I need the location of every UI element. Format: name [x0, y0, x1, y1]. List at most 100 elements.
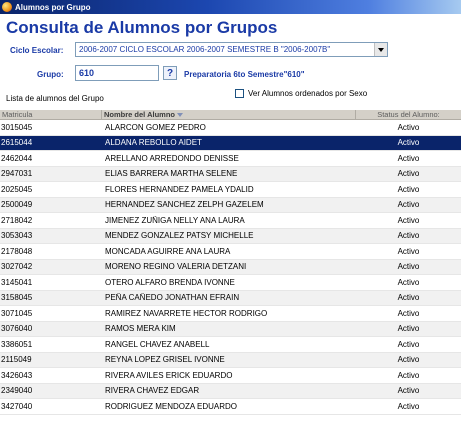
matricula-cell: 2947031 — [1, 169, 33, 179]
nombre-cell: HERNANDEZ SANCHEZ ZELPH GAZELEM — [105, 200, 264, 210]
sort-by-sex-checkbox[interactable]: Ver Alumnos ordenados por Sexo — [235, 89, 367, 98]
matricula-cell: 3158045 — [1, 293, 33, 303]
table-row[interactable]: 3076040 RAMOS MERA KIM Activo — [0, 321, 461, 337]
table-row[interactable]: 3427040 RODRIGUEZ MENDOZA EDUARDO Activo — [0, 399, 461, 415]
status-cell: Activo — [397, 231, 420, 241]
table-row[interactable]: 3426043 RIVERA AVILES ERICK EDUARDO Activo — [0, 368, 461, 384]
table-row[interactable]: 2947031 ELIAS BARRERA MARTHA SELENE Activo — [0, 166, 461, 182]
matricula-cell: 2025045 — [1, 184, 33, 194]
table-row[interactable]: 2349040 RIVERA CHAVEZ EDGAR Activo — [0, 383, 461, 399]
table-row[interactable]: 3071045 RAMIREZ NAVARRETE HECTOR RODRIGO A… — [0, 306, 461, 322]
status-cell: Activo — [397, 277, 420, 287]
status-cell: Activo — [397, 138, 420, 148]
table-row[interactable]: 3158045 PEÑA CAÑEDO JONATHAN EFRAIN Activo — [0, 290, 461, 306]
table-row[interactable]: 3053043 MENDEZ GONZALEZ PATSY MICHELLE Act… — [0, 228, 461, 244]
ciclo-select[interactable]: 2006-2007 CICLO ESCOLAR 2006-2007 SEMEST… — [75, 42, 388, 57]
matricula-cell: 3071045 — [1, 308, 33, 318]
nombre-cell: REYNA LOPEZ GRISEL IVONNE — [105, 355, 225, 365]
ciclo-label: Ciclo Escolar: — [10, 46, 64, 55]
table-row[interactable]: 3145041 OTERO ALFARO BRENDA IVONNE Activo — [0, 275, 461, 291]
status-cell: Activo — [397, 122, 420, 132]
table-row[interactable]: 2615044 ALDANA REBOLLO AIDET Activo — [0, 135, 461, 151]
grupo-description: Preparatoria 6to Semestre"610" — [184, 70, 305, 79]
matricula-cell: 3027042 — [1, 262, 33, 272]
nombre-cell: MONCADA AGUIRRE ANA LAURA — [105, 246, 231, 256]
ciclo-select-value: 2006-2007 CICLO ESCOLAR 2006-2007 SEMEST… — [79, 45, 331, 54]
title-bar: Alumnos por Grupo — [0, 0, 461, 14]
nombre-cell: JIMENEZ ZUÑIGA NELLY ANA LAURA — [105, 215, 245, 225]
table-row[interactable]: 2462044 ARELLANO ARREDONDO DENISSE Activo — [0, 151, 461, 167]
table-row[interactable]: 2718042 JIMENEZ ZUÑIGA NELLY ANA LAURA Act… — [0, 213, 461, 229]
table-row[interactable]: 2115049 REYNA LOPEZ GRISEL IVONNE Activo — [0, 352, 461, 368]
matricula-cell: 2615044 — [1, 138, 33, 148]
status-cell: Activo — [397, 308, 420, 318]
status-cell: Activo — [397, 293, 420, 303]
status-cell: Activo — [397, 200, 420, 210]
status-cell: Activo — [397, 370, 420, 380]
nombre-cell: ARELLANO ARREDONDO DENISSE — [105, 153, 239, 163]
status-cell: Activo — [397, 324, 420, 334]
nombre-cell: MORENO REGINO VALERIA DETZANI — [105, 262, 247, 272]
status-cell: Activo — [397, 215, 420, 225]
nombre-cell: PEÑA CAÑEDO JONATHAN EFRAIN — [105, 293, 240, 303]
table-row[interactable]: 2500049 HERNANDEZ SANCHEZ ZELPH GAZELEM Ac… — [0, 197, 461, 213]
table-row[interactable]: 2178048 MONCADA AGUIRRE ANA LAURA Activo — [0, 244, 461, 260]
table-row[interactable]: 3015045 ALARCON GOMEZ PEDRO Activo — [0, 120, 461, 136]
table-row[interactable]: 3386051 RANGEL CHAVEZ ANABELL Activo — [0, 337, 461, 353]
grupo-input[interactable]: 610 — [75, 65, 159, 81]
app-icon — [2, 2, 12, 12]
nombre-cell: OTERO ALFARO BRENDA IVONNE — [105, 277, 235, 287]
dropdown-button[interactable] — [374, 43, 387, 56]
nombre-cell: ELIAS BARRERA MARTHA SELENE — [105, 169, 238, 179]
nombre-cell: RIVERA CHAVEZ EDGAR — [105, 386, 200, 396]
list-caption: Lista de alumnos del Grupo — [6, 94, 104, 103]
matricula-cell: 2718042 — [1, 215, 33, 225]
table-body: 3015045 ALARCON GOMEZ PEDRO Activo 2615044 A… — [0, 120, 461, 415]
nombre-cell: FLORES HERNANDEZ PAMELA YDALID — [105, 184, 254, 194]
filter-panel: Consulta de Alumnos por Grupos Ciclo Esc… — [0, 14, 461, 119]
table-row[interactable]: 2025045 FLORES HERNANDEZ PAMELA YDALID Act… — [0, 182, 461, 198]
status-cell: Activo — [397, 184, 420, 194]
status-cell: Activo — [397, 246, 420, 256]
matricula-cell: 3015045 — [1, 122, 33, 132]
nombre-cell: ALARCON GOMEZ PEDRO — [105, 122, 206, 132]
matricula-cell: 2349040 — [1, 386, 33, 396]
nombre-cell: MENDEZ GONZALEZ PATSY MICHELLE — [105, 231, 254, 241]
column-header-nombre[interactable]: Nombre del Alumno — [102, 110, 356, 119]
column-header-nombre-label: Nombre del Alumno — [104, 110, 175, 119]
column-header-matricula[interactable]: Matricula — [0, 110, 102, 119]
matricula-cell: 2115049 — [1, 355, 32, 365]
nombre-cell: ALDANA REBOLLO AIDET — [105, 138, 202, 148]
status-cell: Activo — [397, 386, 420, 396]
page-title: Consulta de Alumnos por Grupos — [6, 18, 278, 37]
matricula-cell: 3145041 — [1, 277, 33, 287]
grupo-label: Grupo: — [37, 70, 64, 79]
status-cell: Activo — [397, 401, 420, 411]
matricula-cell: 3053043 — [1, 231, 33, 241]
status-cell: Activo — [397, 169, 420, 179]
window-title: Alumnos por Grupo — [15, 2, 91, 12]
nombre-cell: RAMOS MERA KIM — [105, 324, 176, 334]
status-cell: Activo — [397, 355, 420, 365]
table-header: Matricula Nombre del Alumno Status del A… — [0, 110, 461, 120]
table-row[interactable]: 3027042 MORENO REGINO VALERIA DETZANI Acti… — [0, 259, 461, 275]
nombre-cell: RAMIREZ NAVARRETE HECTOR RODRIGO — [105, 308, 268, 318]
nombre-cell: RANGEL CHAVEZ ANABELL — [105, 339, 210, 349]
matricula-cell: 2500049 — [1, 200, 33, 210]
status-cell: Activo — [397, 262, 420, 272]
nombre-cell: RIVERA AVILES ERICK EDUARDO — [105, 370, 233, 380]
status-cell: Activo — [397, 339, 420, 349]
matricula-cell: 2178048 — [1, 246, 33, 256]
grupo-help-button[interactable]: ? — [163, 66, 177, 80]
column-header-status[interactable]: Status del Alumno: — [356, 110, 461, 119]
checkbox-box[interactable] — [235, 89, 244, 98]
matricula-cell: 3076040 — [1, 324, 33, 334]
students-table[interactable]: Matricula Nombre del Alumno Status del A… — [0, 110, 461, 427]
sort-arrow-icon — [176, 113, 183, 118]
nombre-cell: RODRIGUEZ MENDOZA EDUARDO — [105, 401, 238, 411]
matricula-cell: 3427040 — [1, 401, 33, 411]
matricula-cell: 2462044 — [1, 153, 33, 163]
checkbox-label: Ver Alumnos ordenados por Sexo — [248, 89, 368, 98]
matricula-cell: 3386051 — [1, 339, 33, 349]
chevron-down-icon — [378, 47, 384, 52]
